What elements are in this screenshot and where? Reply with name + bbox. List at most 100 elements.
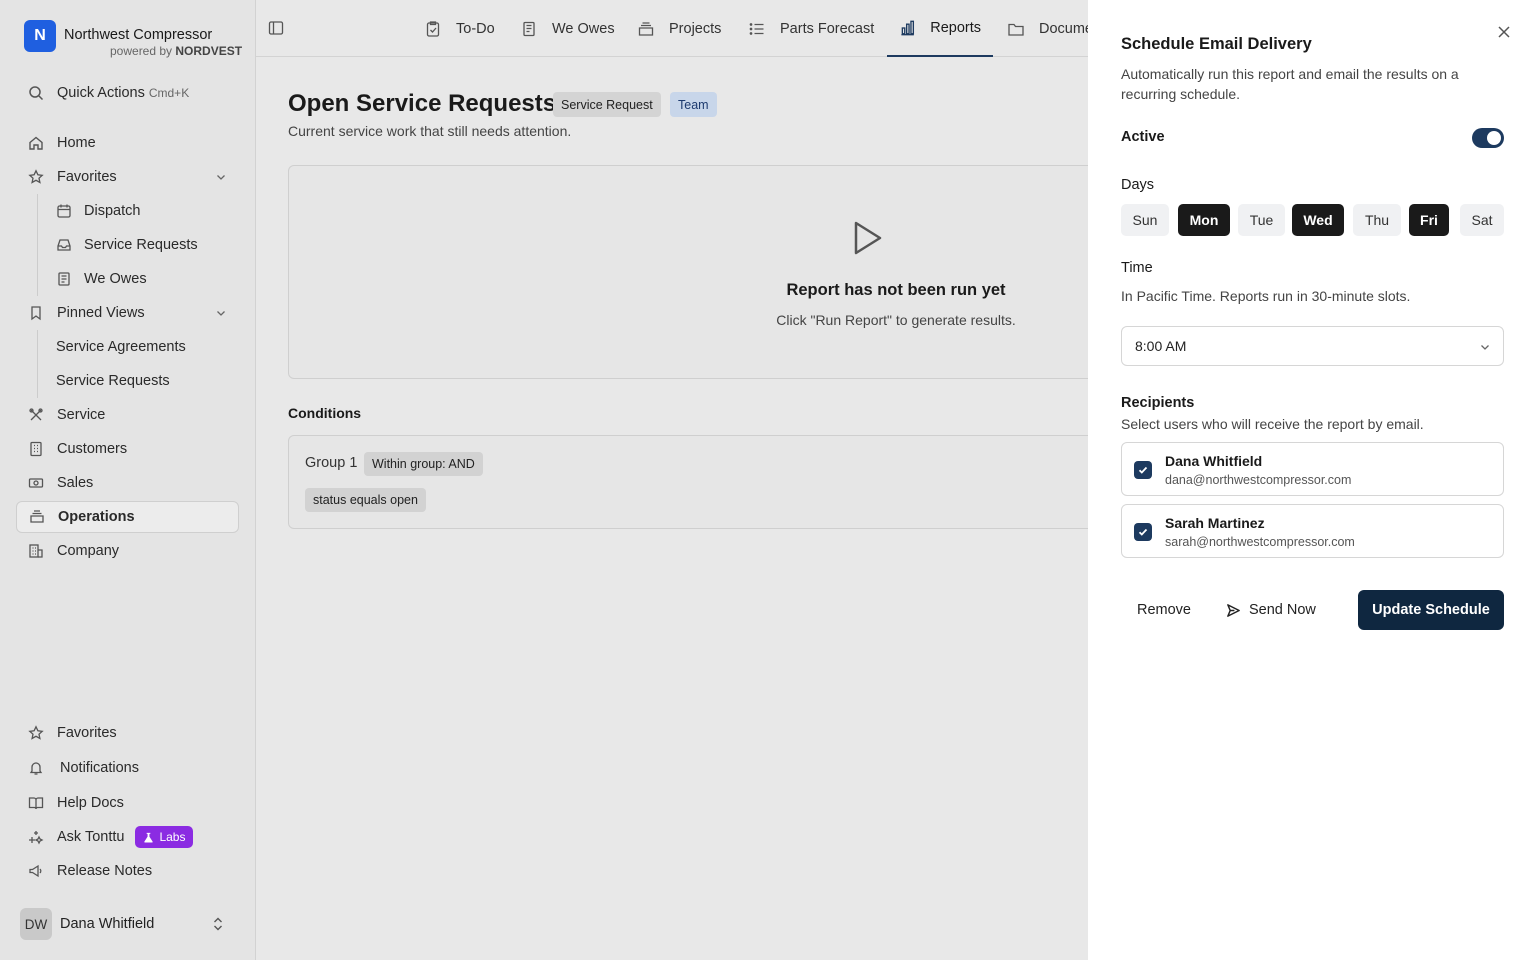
day-toggle-wed[interactable]: Wed <box>1292 204 1344 236</box>
recipient-email: sarah@northwestcompressor.com <box>1165 535 1355 549</box>
brand-logo: N <box>24 20 56 52</box>
send-icon <box>1227 603 1240 617</box>
tab-parts-forecast[interactable]: Parts Forecast <box>736 0 886 57</box>
tab-reports[interactable]: Reports <box>887 0 993 57</box>
tab-projects[interactable]: Projects <box>625 0 733 57</box>
chevron-down-icon[interactable] <box>215 171 227 183</box>
close-icon[interactable] <box>1496 24 1512 40</box>
sidebar-item-label: Operations <box>58 509 135 525</box>
condition-chip[interactable]: status equals open <box>305 488 426 512</box>
sidebar-item-sales[interactable]: Sales <box>16 467 239 499</box>
sidebar-item-company[interactable]: Company <box>16 535 239 567</box>
sidebar-item-service[interactable]: Service <box>16 399 239 431</box>
tab-label: Projects <box>669 20 722 37</box>
sidebar-item-label: Home <box>57 135 96 151</box>
tab-label: Docume <box>1039 20 1093 37</box>
sidebar-bottom-help-docs[interactable]: Help Docs <box>16 787 239 819</box>
list-icon <box>749 22 764 35</box>
sidebar-item-label: Pinned Views <box>57 305 145 321</box>
sidebar-group-favorites[interactable]: Favorites <box>16 161 239 193</box>
avatar: DW <box>20 908 52 940</box>
results-panel <box>288 165 1108 379</box>
search-icon <box>29 86 44 101</box>
labs-label: Labs <box>159 830 186 844</box>
play-icon <box>854 221 882 255</box>
sidebar-item-label: Notifications <box>60 760 139 776</box>
sidebar-bottom-release-notes[interactable]: Release Notes <box>16 855 239 887</box>
sidebar-item-label: Service Requests <box>84 237 198 253</box>
sidebar-item-label: Ask Tonttu <box>57 829 125 845</box>
tab-label: To-Do <box>456 20 495 37</box>
recipients-help: Select users who will receive the report… <box>1121 416 1424 432</box>
day-toggle-sun[interactable]: Sun <box>1121 204 1169 236</box>
active-toggle[interactable] <box>1472 128 1504 148</box>
day-toggle-tue[interactable]: Tue <box>1238 204 1285 236</box>
sidebar-item-label: Help Docs <box>57 795 124 811</box>
tab-to-do[interactable]: To-Do <box>412 0 507 57</box>
recipient-row[interactable]: Dana Whitfield dana@northwestcompressor.… <box>1121 442 1504 496</box>
day-toggle-mon[interactable]: Mon <box>1178 204 1230 236</box>
user-name: Dana Whitfield <box>60 916 155 932</box>
bar-chart-icon <box>901 20 915 35</box>
recipient-name: Dana Whitfield <box>1165 453 1263 469</box>
sidebar-item-label: Favorites <box>57 169 117 185</box>
day-toggle-sat[interactable]: Sat <box>1460 204 1504 236</box>
folder-icon <box>1008 23 1024 36</box>
time-select[interactable]: 8:00 AM <box>1121 326 1504 366</box>
sidebar-item-we-owes[interactable]: We Owes <box>32 263 239 295</box>
quick-actions-button[interactable]: Quick Actions Cmd+K <box>16 77 239 109</box>
receipt-icon <box>523 21 535 36</box>
sidebar-item-pinned-service-requests[interactable]: Service Requests <box>32 365 239 397</box>
tab-label: Parts Forecast <box>780 20 875 37</box>
sidebar-item-operations[interactable]: Operations <box>16 501 239 533</box>
empty-state-subtitle: Click "Run Report" to generate results. <box>776 312 1016 328</box>
group-logic-badge: Within group: AND <box>364 452 483 476</box>
receipt-icon <box>58 272 70 286</box>
tab-label: Reports <box>930 19 981 36</box>
send-now-label: Send Now <box>1249 602 1316 618</box>
sidebar-bottom-ask-tonttu[interactable]: Ask Tonttu Labs <box>16 821 239 853</box>
star-icon <box>28 725 44 740</box>
sidebar: N Northwest Compressor powered by NORDVE… <box>0 0 256 960</box>
brand-powered: powered by NORDVEST <box>110 44 242 58</box>
book-icon <box>28 797 44 810</box>
sidebar-item-home[interactable]: Home <box>16 127 239 159</box>
cash-icon <box>28 478 44 488</box>
update-schedule-button[interactable]: Update Schedule <box>1358 590 1504 630</box>
sidebar-bottom-favorites[interactable]: Favorites <box>16 717 239 749</box>
days-label: Days <box>1121 177 1155 193</box>
sidebar-item-label: Service <box>57 407 106 423</box>
remove-button[interactable]: Remove <box>1137 590 1191 630</box>
tab-we-owes[interactable]: We Owes <box>508 0 627 57</box>
chevron-down-icon <box>1481 345 1489 350</box>
sidebar-item-service-agreements[interactable]: Service Agreements <box>32 331 239 363</box>
day-toggle-fri[interactable]: Fri <box>1409 204 1449 236</box>
recipient-checkbox[interactable] <box>1134 461 1152 479</box>
recipient-row[interactable]: Sarah Martinez sarah@northwestcompressor… <box>1121 504 1504 558</box>
sidebar-item-customers[interactable]: Customers <box>16 433 239 465</box>
chevron-down-icon[interactable] <box>215 307 227 319</box>
sidebar-item-label: Dispatch <box>84 203 141 219</box>
powered-brand: NORDVEST <box>175 44 243 58</box>
time-help: In Pacific Time. Reports run in 30-minut… <box>1121 288 1411 304</box>
sidebar-item-label: Customers <box>57 441 128 457</box>
day-toggle-thu[interactable]: Thu <box>1353 204 1401 236</box>
sidebar-item-service-requests[interactable]: Service Requests <box>32 229 239 261</box>
bookmark-icon <box>31 306 41 321</box>
sidebar-item-dispatch[interactable]: Dispatch <box>32 195 239 227</box>
user-menu[interactable]: DW Dana Whitfield <box>16 904 239 944</box>
empty-state-title: Report has not been run yet <box>786 281 1006 299</box>
layers-icon <box>30 510 44 523</box>
labs-badge: Labs <box>135 826 194 848</box>
sidebar-toggle-icon[interactable] <box>268 20 284 36</box>
sidebar-item-label: Company <box>57 543 120 559</box>
recipient-checkbox[interactable] <box>1134 523 1152 541</box>
send-now-button[interactable]: Send Now <box>1226 590 1316 630</box>
type-badge: Service Request <box>553 92 661 117</box>
time-label: Time <box>1121 260 1153 276</box>
recipient-email: dana@northwestcompressor.com <box>1165 473 1352 487</box>
schedule-email-panel: Schedule Email Delivery Automatically ru… <box>1088 0 1536 960</box>
sidebar-bottom-notifications[interactable]: Notifications <box>16 752 239 784</box>
active-label: Active <box>1121 129 1165 145</box>
sidebar-group-pinned-views[interactable]: Pinned Views <box>16 297 239 329</box>
